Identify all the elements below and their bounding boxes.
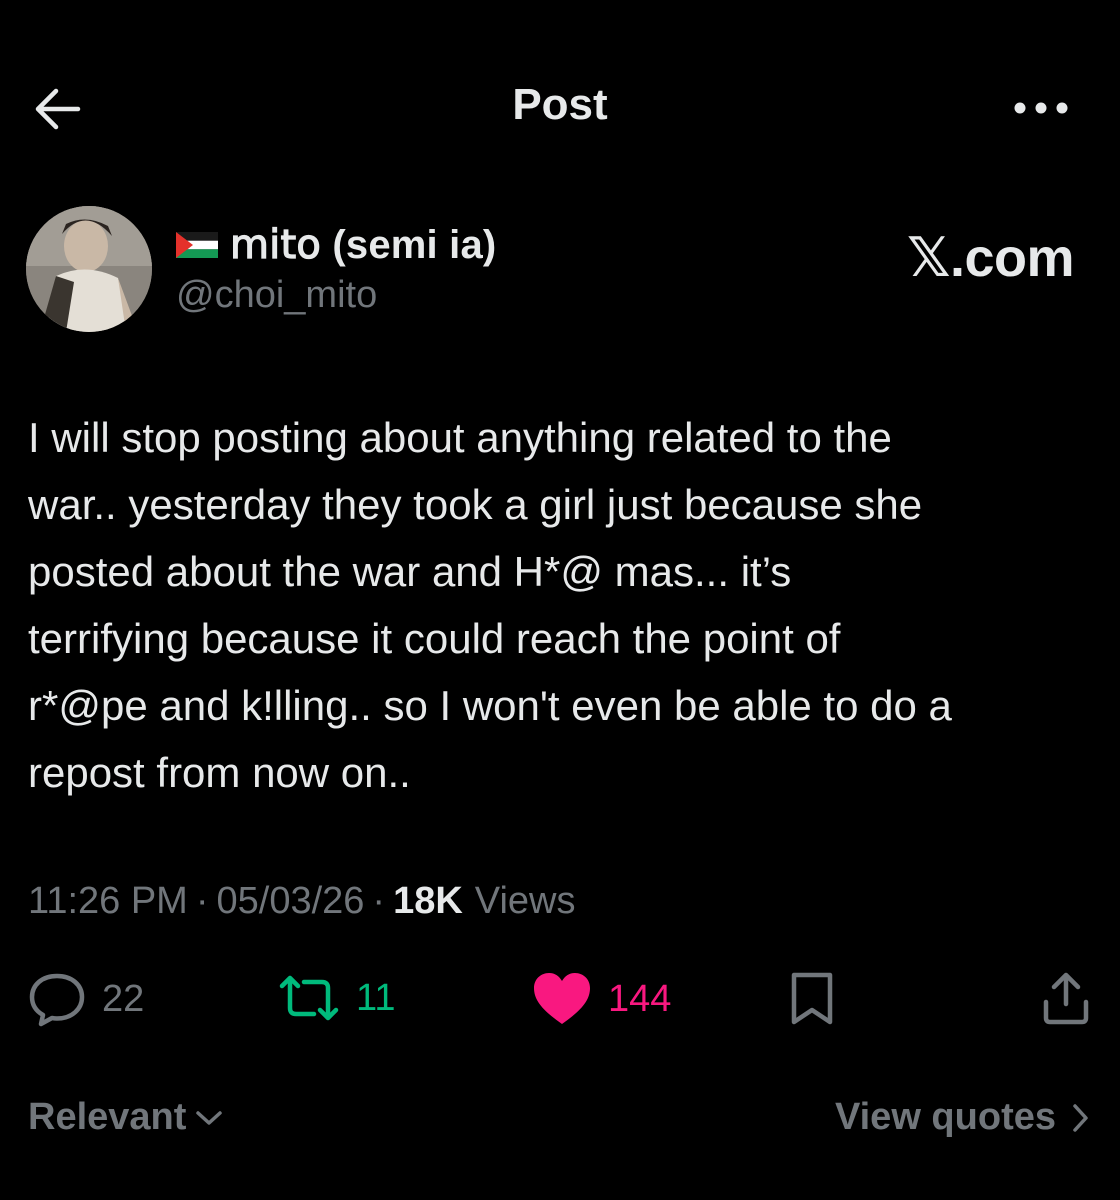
author-name-row[interactable]: 𝗆𝗂𝗍𝗈 (semi ia) — [176, 222, 496, 268]
repost-count: 11 — [356, 976, 396, 1019]
reply-icon — [29, 973, 85, 1027]
reply-count: 22 — [102, 977, 145, 1020]
sort-dropdown[interactable]: Relevant — [28, 1096, 224, 1139]
reply-button[interactable]: 22 — [26, 970, 144, 1028]
author-display-name: 𝗆𝗂𝗍𝗈 (semi ia) — [230, 223, 497, 267]
share-icon — [1043, 972, 1089, 1025]
meta-separator: · — [372, 880, 386, 922]
like-count: 144 — [608, 977, 672, 1020]
more-horizontal-icon — [1014, 102, 1068, 114]
post-date: 05/03/26 — [216, 880, 365, 922]
post-text: I will stop posting about anything relat… — [28, 414, 952, 796]
view-quotes-link[interactable]: View quotes — [835, 1096, 1090, 1139]
bookmark-icon — [791, 972, 833, 1025]
meta-separator: · — [195, 880, 209, 922]
avatar[interactable] — [26, 206, 152, 332]
view-quotes-label: View quotes — [834, 1096, 1056, 1138]
repost-button[interactable]: 11 — [276, 970, 395, 1026]
author-handle[interactable]: @choi_mito — [176, 274, 377, 317]
views-label: Views — [474, 880, 576, 922]
sort-label: Relevant — [28, 1096, 187, 1138]
heart-icon — [534, 973, 590, 1024]
avatar-photo — [26, 206, 152, 332]
post-meta: 11:26 PM · 05/03/26 · 18K Views — [28, 880, 575, 923]
share-button[interactable] — [1040, 970, 1092, 1028]
page-title: Post — [512, 80, 608, 129]
more-options-button[interactable] — [1006, 86, 1076, 130]
views-count[interactable]: 18K — [393, 880, 463, 923]
source-domain-watermark: 𝕏.com — [906, 228, 1075, 288]
repost-icon — [279, 975, 339, 1021]
chevron-down-icon — [196, 1110, 223, 1125]
bookmark-button[interactable] — [786, 970, 838, 1028]
like-button[interactable]: 144 — [530, 970, 671, 1028]
post-time: 11:26 PM — [28, 880, 188, 922]
palestine-flag-icon — [176, 232, 218, 258]
chevron-right-icon — [1073, 1103, 1088, 1132]
